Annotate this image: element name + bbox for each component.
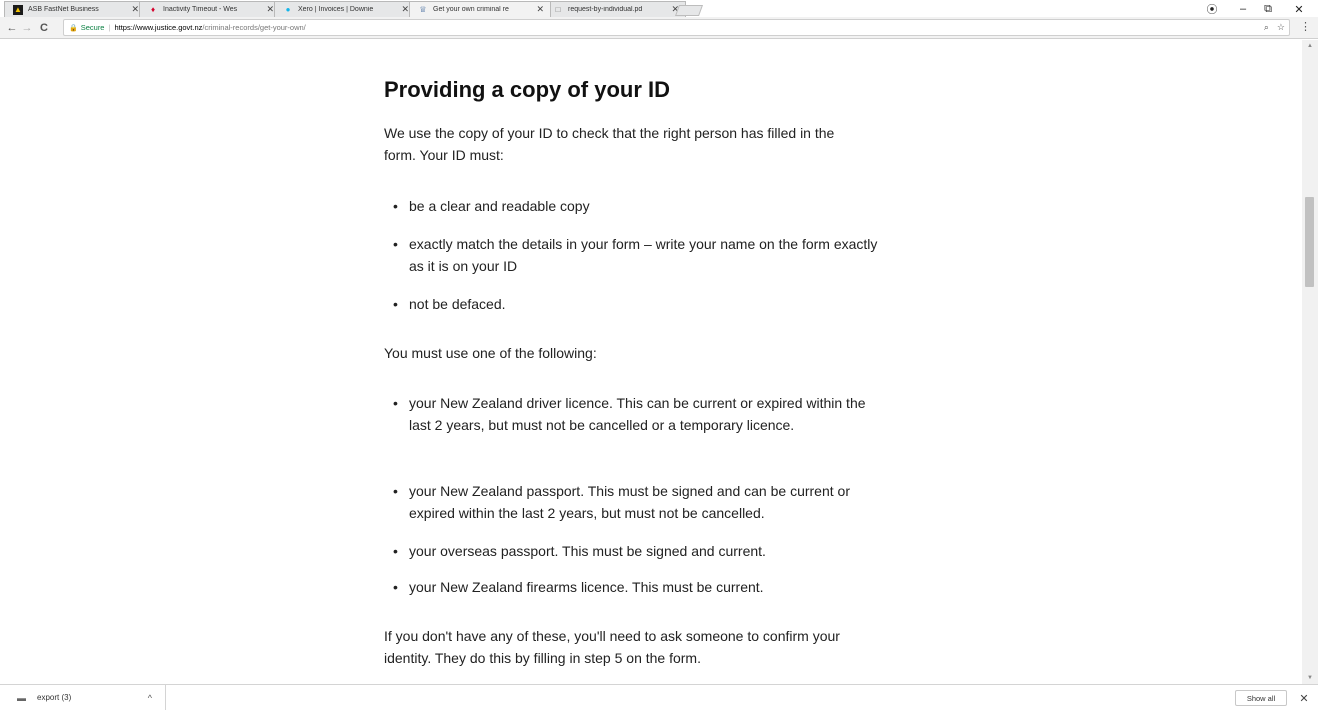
section-heading: Providing a copy of your ID <box>384 77 671 102</box>
list-item: exactly match the details in your form –… <box>393 233 883 277</box>
tab-title: ASB FastNet Business <box>28 6 99 13</box>
tab-strip: ▲ ASB FastNet Business ✕ ♦ Inactivity Ti… <box>0 0 1318 17</box>
scroll-down-arrow-icon[interactable]: ▼ <box>1302 672 1318 684</box>
westpac-favicon-icon: ♦ <box>150 5 156 14</box>
tab-title: Inactivity Timeout - Wes <box>163 6 238 13</box>
download-file-name: export (3) <box>37 693 72 702</box>
bookmark-star-icon[interactable]: ☆ <box>1277 22 1285 33</box>
secure-label: Secure <box>80 23 105 32</box>
chevron-up-icon[interactable]: ^ <box>148 693 152 703</box>
asb-favicon-icon: ▲ <box>13 4 23 15</box>
close-tab-icon[interactable]: ✕ <box>401 4 409 15</box>
close-tab-icon[interactable]: ✕ <box>536 4 544 15</box>
tab-inactivity-timeout[interactable]: ♦ Inactivity Timeout - Wes ✕ <box>139 1 281 17</box>
close-window-button[interactable]: ✕ <box>1289 2 1309 16</box>
vertical-scrollbar[interactable]: ▲ ▼ <box>1302 40 1318 684</box>
xero-favicon-icon: ● <box>285 5 291 14</box>
close-tab-icon[interactable]: ✕ <box>131 4 139 15</box>
tab-title: Xero | Invoices | Downie <box>298 6 374 13</box>
list-item: your New Zealand passport. This must be … <box>393 480 889 524</box>
list-item: your overseas passport. This must be sig… <box>393 540 883 562</box>
scroll-up-arrow-icon[interactable]: ▲ <box>1302 40 1318 52</box>
fallback-paragraph: If you don't have any of these, you'll n… <box>384 628 840 666</box>
document-favicon-icon: □ <box>555 5 561 14</box>
url-host: https://www.justice.govt.nz <box>114 23 203 32</box>
show-all-downloads-button[interactable]: Show all <box>1235 690 1287 706</box>
browser-menu-icon[interactable]: ⋮ <box>1300 20 1311 33</box>
download-item[interactable]: ▬ export (3) ^ <box>0 685 166 710</box>
list-item: be a clear and readable copy <box>393 195 883 217</box>
tab-xero-invoices[interactable]: ● Xero | Invoices | Downie ✕ <box>274 1 416 17</box>
list-item: your New Zealand firearms licence. This … <box>393 576 883 598</box>
forward-button[interactable]: → <box>20 20 34 36</box>
scrollbar-thumb[interactable] <box>1305 197 1314 287</box>
tab-get-your-own-criminal-record[interactable]: ♕ Get your own criminal re ✕ <box>409 1 551 17</box>
tab-asb-fastnet[interactable]: ▲ ASB FastNet Business ✕ <box>4 1 146 17</box>
divider: | <box>108 23 111 32</box>
new-tab-button[interactable] <box>674 5 704 16</box>
back-button[interactable]: ← <box>5 20 19 36</box>
lock-icon: 🔒 <box>69 24 78 32</box>
tab-request-by-individual-pdf[interactable]: □ request-by-individual.pd ✕ <box>544 1 686 17</box>
file-icon: ▬ <box>17 692 26 703</box>
close-download-bar-icon[interactable]: ✕ <box>1297 690 1311 706</box>
minimize-button[interactable]: – <box>1233 2 1253 16</box>
options-intro-paragraph: You must use one of the following: <box>384 345 597 361</box>
restore-button[interactable]: ⧉ <box>1258 2 1278 16</box>
close-tab-icon[interactable]: ✕ <box>266 4 274 15</box>
zoom-icon[interactable]: ⌕ <box>1264 22 1269 33</box>
reload-button[interactable]: C <box>37 20 51 36</box>
omnibox-actions: ⌕ ☆ <box>1264 22 1285 33</box>
nz-govt-crest-favicon-icon: ♕ <box>419 5 427 14</box>
tab-title: Get your own criminal re <box>433 6 509 13</box>
profile-icon[interactable]: ⦿ <box>1202 2 1222 16</box>
list-item: your New Zealand driver licence. This ca… <box>393 392 873 436</box>
page-viewport[interactable]: Providing a copy of your ID We use the c… <box>0 40 1302 684</box>
url-path: /criminal-records/get-your-own/ <box>202 23 306 32</box>
address-bar[interactable]: 🔒 Secure | https://www.justice.govt.nz /… <box>63 19 1290 36</box>
intro-paragraph: We use the copy of your ID to check that… <box>384 125 835 163</box>
download-bar: ▬ export (3) ^ Show all ✕ <box>0 684 1318 710</box>
list-item: not be defaced. <box>393 293 883 315</box>
browser-toolbar: ← → C 🔒 Secure | https://www.justice.gov… <box>0 17 1318 39</box>
tab-title: request-by-individual.pd <box>568 6 643 13</box>
